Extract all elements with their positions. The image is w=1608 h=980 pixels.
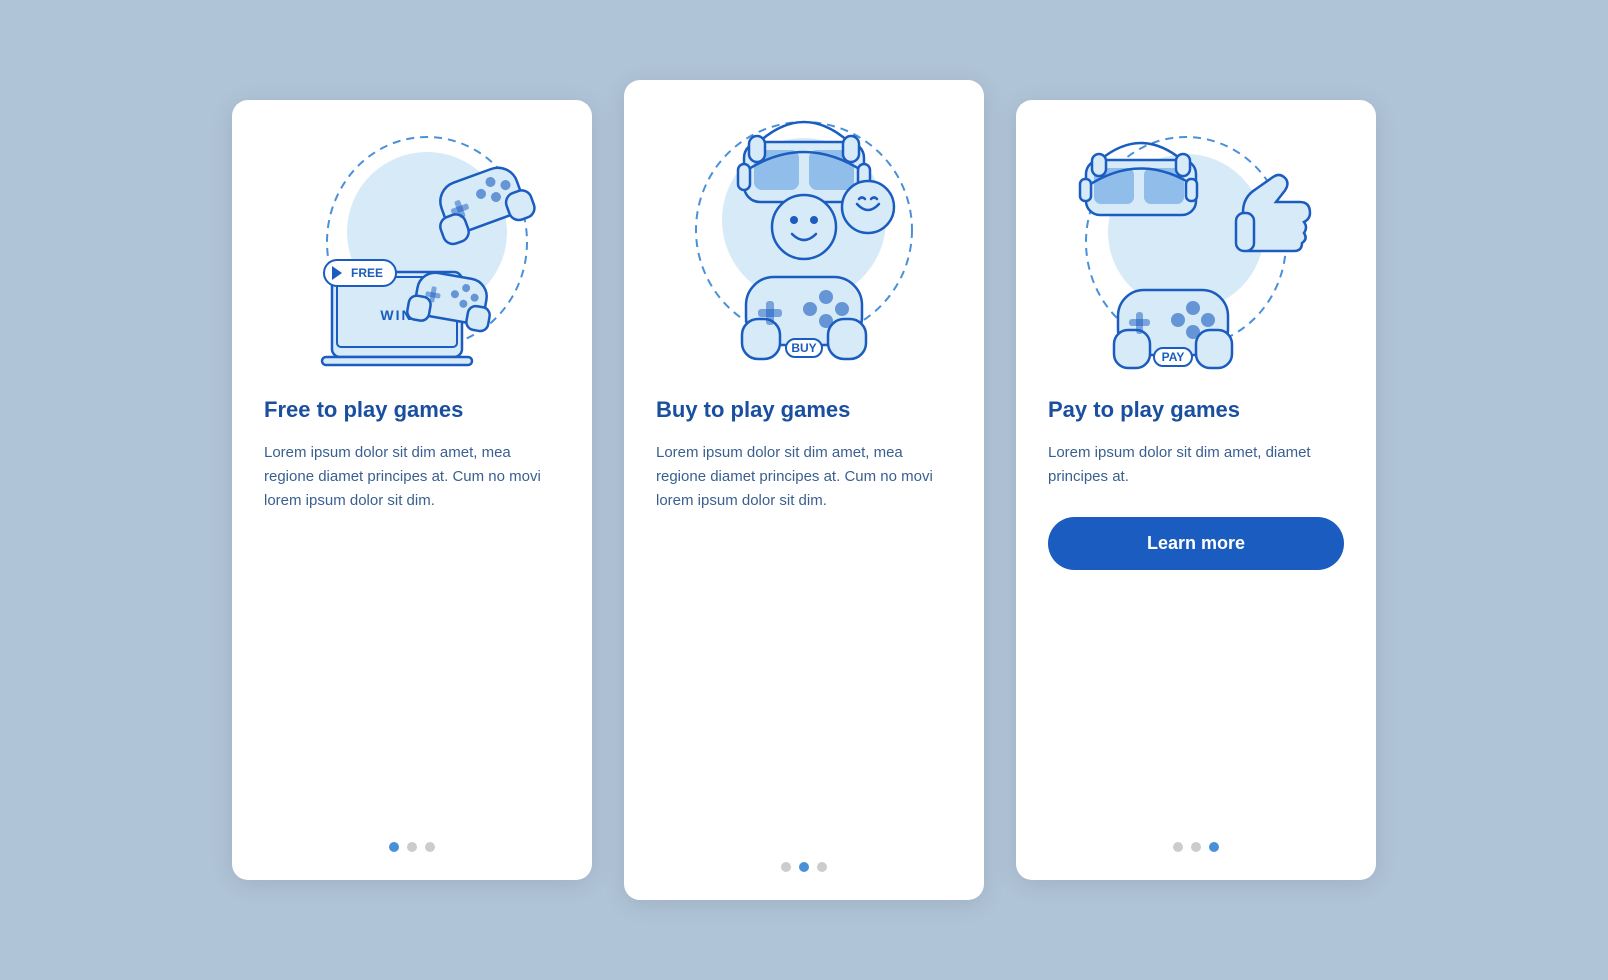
card-body-buy: Lorem ipsum dolor sit dim amet, mea regi… [656, 441, 952, 513]
illustration-buy: BUY [656, 112, 952, 372]
learn-more-button[interactable]: Learn more [1048, 517, 1344, 570]
svg-text:BUY: BUY [791, 341, 816, 355]
dot-2 [799, 862, 809, 872]
dot-3 [817, 862, 827, 872]
illustration-pay: PAY [1048, 132, 1344, 372]
card-title-buy: Buy to play games [656, 396, 850, 425]
card-body-free: Lorem ipsum dolor sit dim amet, mea regi… [264, 441, 560, 513]
dot-3 [1209, 842, 1219, 852]
card-free-to-play: WIN FREE [232, 100, 592, 880]
svg-text:FREE: FREE [351, 266, 383, 280]
dot-1 [1173, 842, 1183, 852]
dots-free [264, 830, 560, 852]
card-body-pay: Lorem ipsum dolor sit dim amet, diamet p… [1048, 441, 1344, 489]
dot-1 [781, 862, 791, 872]
card-buy-to-play: BUY Buy to play games Lorem ipsum dolor … [624, 80, 984, 900]
dot-2 [407, 842, 417, 852]
card-title-free: Free to play games [264, 396, 463, 425]
dots-pay [1048, 830, 1344, 852]
dot-1 [389, 842, 399, 852]
cards-container: WIN FREE [232, 80, 1376, 900]
illustration-free: WIN FREE [264, 132, 560, 372]
dot-3 [425, 842, 435, 852]
card-pay-to-play: PAY Pay to play games Lorem ipsum dolor … [1016, 100, 1376, 880]
card-title-pay: Pay to play games [1048, 396, 1240, 425]
dots-buy [656, 850, 952, 872]
svg-text:PAY: PAY [1162, 350, 1185, 364]
dot-2 [1191, 842, 1201, 852]
